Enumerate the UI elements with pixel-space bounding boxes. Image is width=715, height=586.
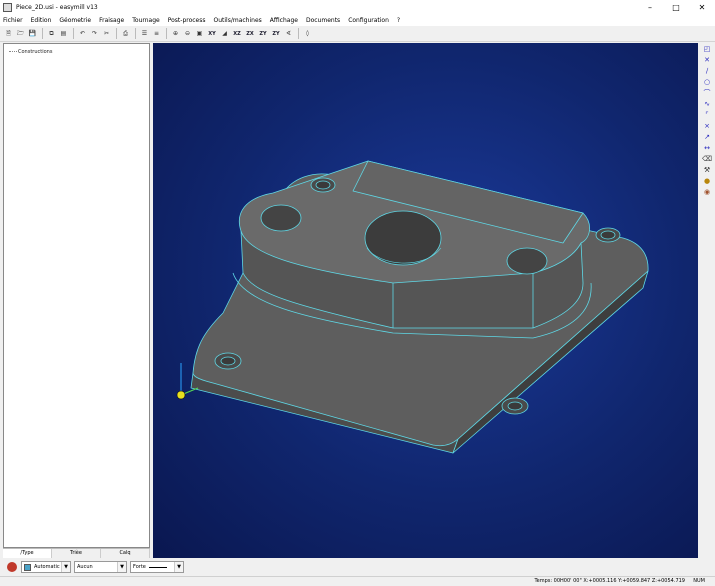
line-select-value: Aucun	[77, 564, 93, 570]
main-toolbar: 🗎 🗁 💾 ⧉ ▤ ↶ ↷ ✂ ⎙ ☰ ≡ ⊕ ⊖ ▣ XY ◢ XZ ZX Z…	[0, 26, 715, 42]
menu-fichier[interactable]: Fichier	[3, 17, 23, 24]
menu-fraisage[interactable]: Fraisage	[99, 17, 124, 24]
zoom-in-icon[interactable]: ⊕	[170, 28, 181, 39]
geometry-toolbar: ◰ ✕ ∕ ○ ⌒ ∿ ⌜ ⨯ ↗ ↔ ⌫ ⚒ ● ◉	[699, 43, 715, 558]
color-picker-icon[interactable]	[7, 562, 17, 572]
view-xz-button[interactable]: XZ	[231, 28, 243, 39]
minimize-button[interactable]: –	[637, 0, 663, 14]
list-sort-icon[interactable]: ≡	[151, 28, 162, 39]
paste-icon[interactable]: ▤	[58, 28, 69, 39]
view-zy-button[interactable]: ZY	[257, 28, 269, 39]
app-icon	[3, 2, 12, 12]
menu-post-process[interactable]: Post-process	[168, 17, 206, 24]
part-model-render	[176, 160, 649, 454]
delete-icon[interactable]: ⌫	[701, 154, 713, 164]
redo-icon[interactable]: ↷	[89, 28, 100, 39]
fillet-icon[interactable]: ⌜	[701, 110, 713, 120]
menu-affichage[interactable]: Affichage	[270, 17, 298, 24]
arrow-icon[interactable]: ↗	[701, 132, 713, 142]
3d-viewport[interactable]	[153, 43, 698, 558]
chevron-down-icon[interactable]: ▼	[117, 562, 126, 572]
title-bar: Piece_2D.usi - easymill v13 – □ ✕	[0, 0, 715, 14]
eraser-icon[interactable]: ◉	[701, 187, 713, 197]
color-mode-select[interactable]: Automatic ▼	[21, 561, 71, 573]
bulb-icon[interactable]: ●	[701, 176, 713, 186]
axes-icon[interactable]: ∢	[283, 28, 294, 39]
line-style-label: Forte	[133, 564, 146, 570]
status-bar: Temps: 00H00' 00" X:+0005.116 Y:+0059.84…	[0, 576, 715, 586]
sidebar-tabs: /Type Trièe Calq	[3, 548, 150, 558]
menu-edition[interactable]: Edition	[31, 17, 52, 24]
new-file-icon[interactable]: 🗎	[3, 28, 14, 39]
cut-icon[interactable]: ✂	[101, 28, 112, 39]
color-swatch	[24, 563, 31, 571]
num-lock-indicator: NUM	[693, 578, 705, 584]
menu-help[interactable]: ?	[397, 17, 400, 24]
maximize-button[interactable]: □	[663, 0, 689, 14]
bottom-toolbar: Automatic ▼ Aucun ▼ Forte ▼	[0, 559, 715, 575]
render-3d-icon[interactable]: ◊	[302, 28, 313, 39]
point-icon[interactable]: ◰	[701, 44, 713, 54]
view-iso-icon[interactable]: ◢	[219, 28, 230, 39]
chevron-down-icon[interactable]: ▼	[61, 562, 70, 572]
menu-tournage[interactable]: Tournage	[132, 17, 159, 24]
list-icon[interactable]: ☰	[139, 28, 150, 39]
view-zy2-button[interactable]: ZY	[270, 28, 282, 39]
zoom-out-icon[interactable]: ⊖	[182, 28, 193, 39]
zoom-all-icon[interactable]: ▣	[194, 28, 205, 39]
close-button[interactable]: ✕	[689, 0, 715, 14]
save-icon[interactable]: 💾	[27, 28, 38, 39]
tab-calq[interactable]: Calq	[101, 549, 150, 558]
copy-icon[interactable]: ⧉	[46, 28, 57, 39]
open-folder-icon[interactable]: 🗁	[15, 28, 26, 39]
chevron-down-icon[interactable]: ▼	[174, 562, 183, 572]
undo-icon[interactable]: ↶	[77, 28, 88, 39]
cross-point-icon[interactable]: ✕	[701, 55, 713, 65]
tab-triee[interactable]: Trièe	[52, 549, 101, 558]
menu-bar: Fichier Edition Géometrie Fraisage Tourn…	[0, 14, 715, 26]
menu-documents[interactable]: Documents	[306, 17, 340, 24]
menu-geometrie[interactable]: Géometrie	[59, 17, 91, 24]
menu-outils-machines[interactable]: Outils/machines	[214, 17, 262, 24]
tree-node-label: Constructions	[18, 49, 53, 55]
circle-icon[interactable]: ○	[701, 77, 713, 87]
line-select[interactable]: Aucun ▼	[74, 561, 127, 573]
line-icon[interactable]: ∕	[701, 66, 713, 76]
tab-type[interactable]: /Type	[3, 549, 52, 558]
color-mode-value: Automatic	[34, 564, 60, 570]
line-style-select[interactable]: Forte ▼	[130, 561, 184, 573]
window-title: Piece_2D.usi - easymill v13	[16, 3, 98, 11]
tool-icon[interactable]: ⚒	[701, 165, 713, 175]
arc-icon[interactable]: ⌒	[701, 88, 713, 98]
trim-icon[interactable]: ⨯	[701, 121, 713, 131]
menu-configuration[interactable]: Configuration	[348, 17, 389, 24]
tree-node-constructions[interactable]: Constructions	[9, 49, 52, 55]
dimension-icon[interactable]: ↔	[701, 143, 713, 153]
coordinates-readout: Temps: 00H00' 00" X:+0005.116 Y:+0059.84…	[534, 578, 685, 584]
line-style-preview	[148, 566, 167, 568]
view-xy-button[interactable]: XY	[206, 28, 218, 39]
view-zx-button[interactable]: ZX	[244, 28, 256, 39]
print-icon[interactable]: ⎙	[120, 28, 131, 39]
spline-icon[interactable]: ∿	[701, 99, 713, 109]
construction-tree-panel: Constructions	[3, 43, 150, 548]
